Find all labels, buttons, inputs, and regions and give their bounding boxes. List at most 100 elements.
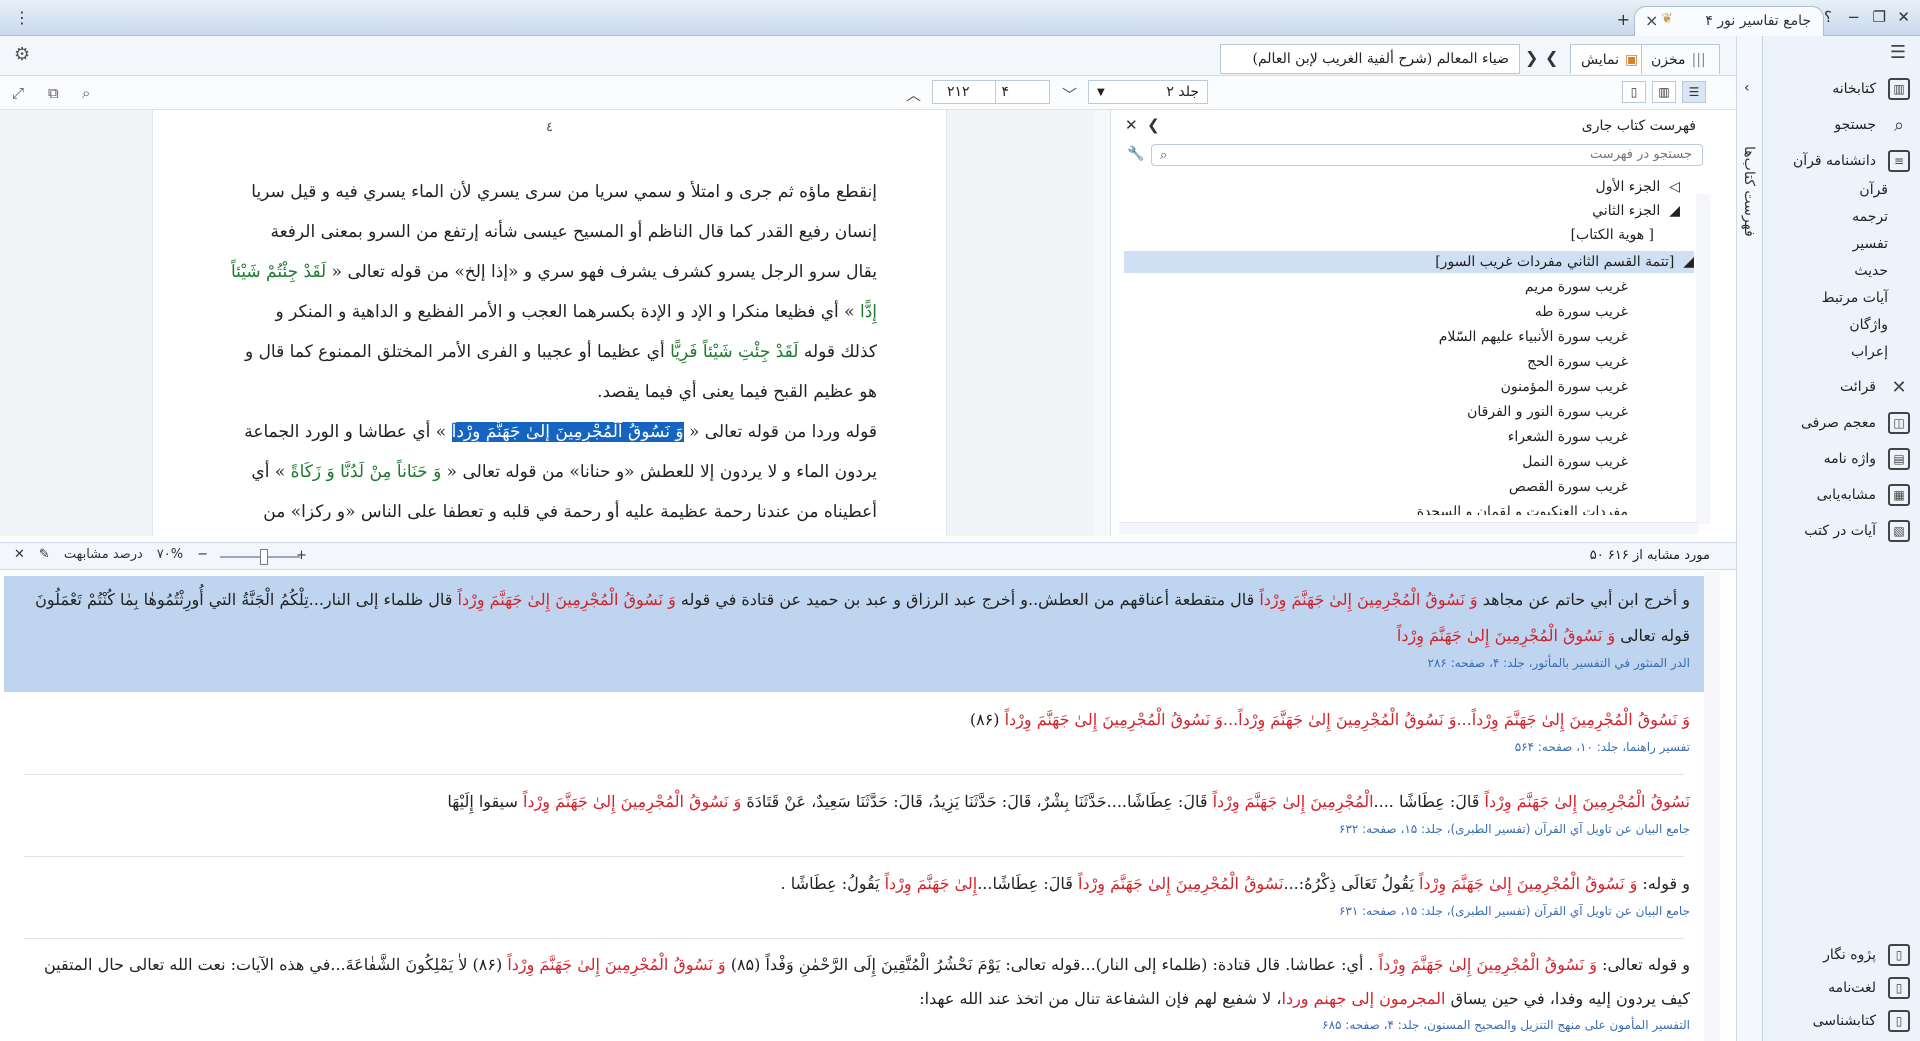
list-view-icon[interactable]: ☰ xyxy=(1682,81,1706,103)
result-source[interactable]: الدر المنثور في التفسير بالمأثور، جلد: ۴… xyxy=(18,654,1690,672)
toc-item[interactable]: غريب سورة الشعراء xyxy=(1508,426,1628,448)
minimize-button[interactable]: − xyxy=(1847,8,1860,26)
chevron-down-icon[interactable]: ﹀ xyxy=(1062,84,1077,105)
toc-scrollbar[interactable] xyxy=(1696,194,1710,524)
chevron-left-icon[interactable]: ❮ xyxy=(1545,48,1558,67)
morphology-icon: ◫ xyxy=(1888,412,1910,434)
result-item[interactable]: و قوله: وَ نَسُوقُ الْمُجْرِمِينَ إِلىٰ … xyxy=(4,866,1704,920)
sidebar-item-similarity[interactable]: ▦ مشابه‌یابی xyxy=(1770,480,1910,510)
restore-button[interactable]: ❐ xyxy=(1873,8,1886,26)
quran-verse[interactable]: لَقَدْ جِئْتِ شَيْئاً فَرِيًّا xyxy=(670,342,798,362)
tree-arrow-icon[interactable]: ◢ xyxy=(1669,203,1680,219)
sidebar-item-library[interactable]: ▥ کتابخانه xyxy=(1770,74,1910,104)
chevron-left-icon[interactable]: ❮ xyxy=(1147,116,1160,134)
sidebar-item-bibliography[interactable]: ▯ کتابشناسی xyxy=(1770,1006,1910,1036)
wrench-icon[interactable]: 🔧 xyxy=(1127,146,1144,162)
tree-arrow-icon[interactable]: ◢ xyxy=(1683,254,1694,270)
chevron-right-icon[interactable]: ❯ xyxy=(1525,48,1538,67)
sidebar-item-dictionary[interactable]: ▯ لغت‌نامه xyxy=(1770,973,1910,1003)
sidebar-subitem-quran[interactable]: قرآن xyxy=(1859,182,1888,198)
toc-item[interactable]: غريب سورة النور و الفرقان xyxy=(1467,401,1628,423)
tab-repository[interactable]: مخزن ||| xyxy=(1640,44,1720,74)
decrease-button[interactable]: − xyxy=(197,547,208,562)
edit-icon[interactable]: ✎ xyxy=(39,547,50,562)
toc-item[interactable]: غريب سورة المؤمنون xyxy=(1501,376,1628,398)
page-text: إنقطع ماؤه ثم جرى و امتلأ و سمي سريا من … xyxy=(227,172,877,532)
result-text-span: قَالَ: عِطَاشًا....حَدَّثَنَا بِشْرٌ، قَ… xyxy=(741,792,1213,811)
reader-scrollbar[interactable] xyxy=(1094,110,1110,536)
close-icon[interactable]: ✕ xyxy=(1125,116,1138,134)
quran-verse[interactable]: لَقَدْ جِئْتُمْ شَيْئاً xyxy=(231,262,332,282)
chevron-up-icon[interactable]: ︿ xyxy=(906,84,921,105)
app-tab[interactable]: ❦ جامع تفاسیر نور ۴ × xyxy=(1634,6,1824,36)
selected-verse[interactable]: وَ نَسُوقُ اَلْمُجْرِمِينَ إِلىٰ جَهَنَّ… xyxy=(451,422,684,442)
sidebar-item-morphology[interactable]: ◫ معجم صرفی xyxy=(1770,408,1910,438)
volume-select[interactable]: ▼ جلد ۲ xyxy=(1088,80,1208,104)
close-icon[interactable]: ✕ xyxy=(14,547,25,562)
book-list-vertical-tab[interactable]: ‹ فهرست کتاب‌ها xyxy=(1736,36,1762,1041)
sidebar-subitem-related-verses[interactable]: آیات مرتبط xyxy=(1822,290,1888,306)
app-menu-icon[interactable]: ⋮ xyxy=(14,8,30,27)
matched-verse: وَ نَسُوقُ الْمُجْرِمِينَ إِلىٰ جَهَنَّم… xyxy=(507,955,726,974)
new-tab-button[interactable]: + xyxy=(1617,10,1630,29)
toc-item[interactable]: غريب سورة القصص xyxy=(1509,476,1628,498)
page-input[interactable]: ۲۱۲ ۴ xyxy=(932,80,1050,104)
toc-item[interactable]: غريب سورة مريم xyxy=(1525,276,1628,298)
tab-close-icon[interactable]: × xyxy=(1645,11,1658,30)
compare-icon[interactable]: ⧉ xyxy=(48,84,59,102)
expand-icon[interactable]: ⤢ xyxy=(12,84,24,102)
toc-item[interactable]: غريب سورة النمل xyxy=(1522,451,1628,473)
sidebar-item-notes[interactable]: ▯ پژوه نگار xyxy=(1770,940,1910,970)
toc-item-label: غريب سورة النمل xyxy=(1522,454,1628,470)
sidebar-subitem-translation[interactable]: ترجمه xyxy=(1852,209,1888,225)
search-icon[interactable]: ⌕ xyxy=(82,84,90,102)
quran-verse[interactable]: وَ حَنَاناً مِنْ لَدُنَّا وَ زَكَاةً xyxy=(291,462,442,482)
toc-item[interactable]: مفردات العنكبوت و لقمان و السجدة xyxy=(1417,501,1628,515)
result-item[interactable]: وَ نَسُوقُ الْمُجْرِمِينَ إِلىٰ جَهَنَّم… xyxy=(4,702,1704,756)
sidebar-item-qiraat[interactable]: ✕ قرائت xyxy=(1770,372,1910,402)
result-source[interactable]: تفسير راهنما، جلد: ۱۰، صفحه: ۵۶۴ xyxy=(18,738,1690,756)
toc-item[interactable]: غريب سورة الأنبياء عليهم السّلام xyxy=(1439,326,1628,348)
result-item[interactable]: و قوله تعالى: وَ نَسُوقُ الْمُجْرِمِينَ … xyxy=(4,948,1704,1034)
quran-verse[interactable]: إِدًّا xyxy=(860,302,877,322)
single-page-view-icon[interactable]: ▯ xyxy=(1622,81,1646,103)
sidebar-item-search[interactable]: ⌕ جستجو xyxy=(1770,110,1910,140)
help-button[interactable]: ؟ xyxy=(1824,8,1832,26)
chevron-left-icon[interactable]: ‹ xyxy=(1744,80,1750,96)
book-title-tab[interactable]: ضياء المعالم (شرح ألفية الغريب لإبن العا… xyxy=(1220,44,1520,74)
sidebar-item-quran-encyclopedia[interactable]: ≡ دانشنامه قرآن xyxy=(1770,146,1910,176)
sidebar-item-glossary[interactable]: ▤ واژه نامه xyxy=(1770,444,1910,474)
tree-arrow-icon[interactable]: ◁ xyxy=(1669,179,1680,195)
result-item[interactable]: نَسُوقُ الْمُجْرِمِينَ إِلىٰ جَهَنَّمَ و… xyxy=(4,784,1704,838)
toc-item[interactable]: ◁ الجزء الأول xyxy=(1596,176,1680,198)
toc-item-selected[interactable]: ◢ [تتمة القسم الثاني مفردات غريب السور] xyxy=(1124,251,1694,273)
toc-item[interactable]: [ هوية الكتاب] xyxy=(1571,224,1654,246)
tab-display[interactable]: نمایش ▣ xyxy=(1570,44,1642,74)
result-item[interactable]: و أخرج ابن أبي حاتم عن مجاهد وَ نَسُوقُ … xyxy=(4,576,1704,692)
increase-button[interactable]: + xyxy=(296,548,307,563)
result-source[interactable]: التفسير المأمون على منهج التنزيل والصحيح… xyxy=(18,1016,1690,1034)
sidebar-item-verses-in-books[interactable]: ▧ آیات در کتب xyxy=(1770,516,1910,546)
sidebar-subitem-irab[interactable]: إعراب xyxy=(1851,344,1888,360)
hamburger-menu-icon[interactable]: ☰ xyxy=(1890,42,1906,63)
toc-search-input[interactable]: ⌕ جستجو در فهرست xyxy=(1151,144,1703,166)
dictionary-icon: ▯ xyxy=(1888,977,1910,999)
toc-item[interactable]: ◢ الجزء الثاني xyxy=(1592,200,1680,222)
tab-display-label: نمایش xyxy=(1581,51,1620,68)
gear-icon[interactable]: ⚙ xyxy=(14,44,30,65)
sidebar-subitem-hadith[interactable]: حدیث xyxy=(1854,263,1888,279)
result-text-span: سيقوا إِلَيْهَا xyxy=(447,792,523,811)
toc-item[interactable]: غريب سورة الحج xyxy=(1527,351,1628,373)
toc-horizontal-scrollbar[interactable] xyxy=(1119,522,1699,534)
close-window-button[interactable]: ✕ xyxy=(1897,8,1910,26)
results-scrollbar[interactable] xyxy=(1704,572,1720,1041)
result-source[interactable]: جامع البيان عن تاويل آي القرآن (تفسير ال… xyxy=(18,902,1690,920)
similarity-slider-handle[interactable] xyxy=(260,549,268,565)
book-page: ٤ إنقطع ماؤه ثم جرى و امتلأ و سمي سريا م… xyxy=(152,110,947,536)
book-view-icon[interactable]: ▥ xyxy=(1652,81,1676,103)
sidebar-subitem-tafsir[interactable]: تفسیر xyxy=(1853,236,1888,252)
result-source[interactable]: جامع البيان عن تاويل آي القرآن (تفسير ال… xyxy=(18,820,1690,838)
matched-verse: وَ نَسُوقُ الْمُجْرِمِينَ إِلىٰ جَهَنَّم… xyxy=(1004,710,1690,729)
toc-item[interactable]: غريب سورة طه xyxy=(1535,301,1628,323)
sidebar-subitem-vocabulary[interactable]: واژگان xyxy=(1849,317,1888,333)
